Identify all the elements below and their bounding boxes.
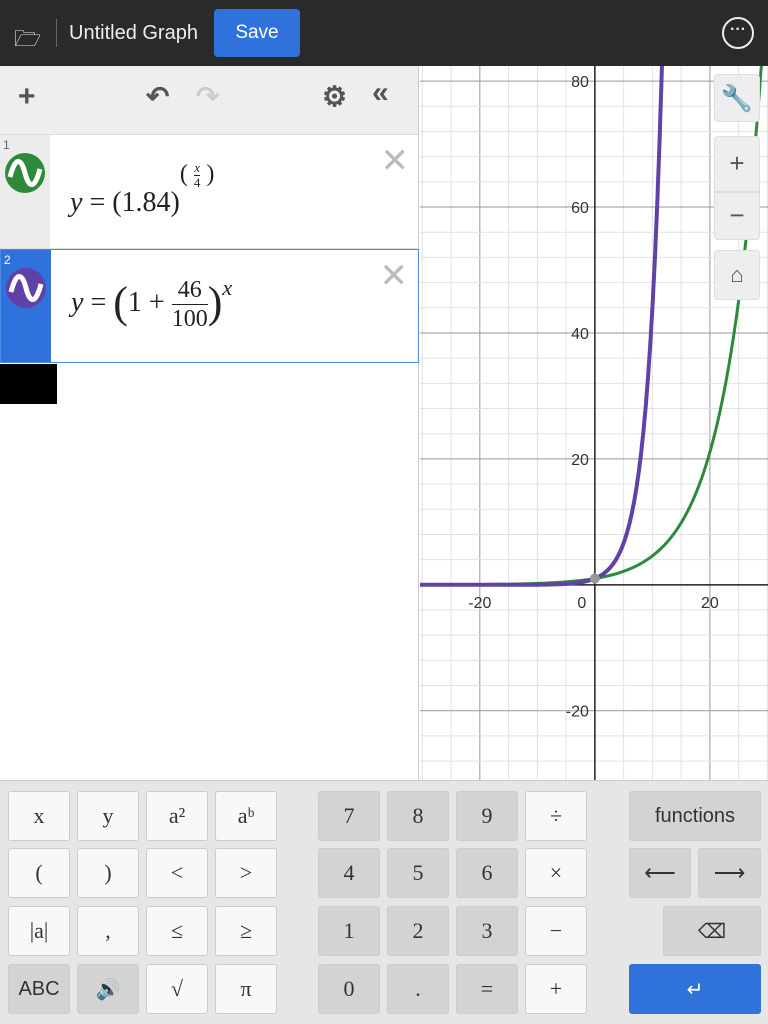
key[interactable]: 0 — [318, 964, 380, 1014]
expression-toolbar: + ↶ ↷ ⚙ « — [0, 66, 418, 135]
key[interactable]: x — [8, 791, 70, 841]
settings-gear-icon[interactable]: ⚙ — [322, 80, 347, 113]
exp-numerator: x — [193, 159, 201, 176]
expression-gutter: 2 — [1, 250, 51, 362]
term-one: 1 — [127, 286, 142, 318]
delete-expression-icon[interactable]: ✕ — [380, 256, 409, 296]
key[interactable]: 8 — [387, 791, 449, 841]
key[interactable]: × — [525, 848, 587, 898]
key[interactable]: < — [146, 848, 208, 898]
key[interactable]: ( — [8, 848, 70, 898]
plus: + — [148, 286, 165, 318]
undo-icon[interactable]: ↶ — [146, 80, 169, 113]
left-arrow-key[interactable]: ⟵ — [629, 848, 691, 898]
key[interactable]: 1 — [318, 906, 380, 956]
more-options-icon[interactable]: ··· — [722, 17, 754, 49]
expression-index: 1 — [3, 138, 10, 152]
y-tick-label: 60 — [571, 200, 589, 217]
right-arrow-key[interactable]: ⟶ — [698, 848, 761, 898]
key[interactable]: ) — [77, 848, 139, 898]
key[interactable]: 3 — [456, 906, 518, 956]
key[interactable]: ÷ — [525, 791, 587, 841]
x-tick-label: 20 — [701, 595, 719, 612]
expression-2-math[interactable]: y = (1 + 46 100)x — [71, 274, 233, 333]
exponent: x — [222, 274, 233, 300]
graph-title[interactable]: Untitled Graph — [69, 22, 198, 45]
intersection-point — [589, 573, 600, 584]
curve-1 — [420, 66, 763, 587]
graph-toggle-icon[interactable] — [5, 153, 45, 193]
denominator[interactable]: 100 — [172, 305, 208, 333]
zoom-out-icon[interactable]: − — [714, 192, 760, 240]
key[interactable]: ABC — [8, 964, 70, 1014]
key[interactable]: |a| — [8, 906, 70, 956]
key[interactable]: √ — [146, 964, 208, 1014]
key[interactable]: . — [387, 964, 449, 1014]
key[interactable]: − — [525, 906, 587, 956]
key[interactable]: , — [77, 906, 139, 956]
key[interactable]: 6 — [456, 848, 518, 898]
new-expression-placeholder[interactable] — [0, 364, 57, 404]
key[interactable]: 2 — [387, 906, 449, 956]
collapse-panel-icon[interactable]: « — [372, 76, 389, 110]
key[interactable]: aᵇ — [215, 791, 277, 841]
delete-expression-icon[interactable]: ✕ — [381, 141, 410, 181]
zoom-in-icon[interactable]: + — [714, 136, 760, 192]
expression-index: 2 — [4, 253, 11, 267]
save-button[interactable]: Save — [213, 9, 300, 57]
y-tick-label: 40 — [571, 326, 589, 343]
key[interactable]: ≥ — [215, 906, 277, 956]
key[interactable]: π — [215, 964, 277, 1014]
add-icon[interactable]: + — [18, 80, 36, 114]
graph-toggle-icon[interactable] — [6, 268, 46, 308]
key[interactable]: > — [215, 848, 277, 898]
exp-denominator: 4 — [193, 174, 201, 190]
enter-key[interactable]: ↵ — [629, 964, 761, 1014]
backspace-key[interactable]: ⌫ — [663, 906, 761, 956]
x-tick-label: 0 — [577, 595, 586, 612]
key[interactable]: 4 — [318, 848, 380, 898]
home-view-icon[interactable]: ⌂ — [714, 250, 760, 300]
top-bar: 🗁 Untitled Graph Save ··· — [0, 0, 768, 66]
graph-settings-wrench-icon[interactable]: 🔧 — [714, 74, 760, 122]
redo-icon[interactable]: ↷ — [196, 80, 219, 113]
keypad: x y a² aᵇ () < > |a|, ≤ ≥ ABC 🔊 √ π 7 8 9 ÷ 4 5 6 × 1 2 3− 0. = + fu… — [0, 780, 768, 1024]
expression-row-2[interactable]: 2 ✕ y = (1 + 46 100)x — [0, 249, 419, 363]
x-tick-label: -20 — [468, 595, 491, 612]
base: (1.84) — [112, 187, 180, 218]
key[interactable]: a² — [146, 791, 208, 841]
key[interactable]: + — [525, 964, 587, 1014]
y-tick-label: -20 — [566, 704, 589, 721]
divider — [56, 19, 57, 47]
key[interactable]: y — [77, 791, 139, 841]
key[interactable]: = — [456, 964, 518, 1014]
key[interactable]: ≤ — [146, 906, 208, 956]
key[interactable]: 9 — [456, 791, 518, 841]
expression-gutter: 1 — [0, 135, 50, 248]
expression-panel: + ↶ ↷ ⚙ « 1 ✕ y = (1.84)( x4 ) 2 ✕ y = (… — [0, 66, 419, 780]
numerator[interactable]: 46 — [171, 276, 208, 305]
open-folder-icon[interactable]: 🗁 — [14, 22, 42, 51]
key[interactable]: 7 — [318, 791, 380, 841]
key[interactable]: 5 — [387, 848, 449, 898]
y-tick-label: 20 — [571, 452, 589, 469]
curve-2 — [420, 66, 664, 587]
y-tick-label: 80 — [571, 74, 589, 91]
expression-1-math[interactable]: y = (1.84)( x4 ) — [70, 160, 214, 220]
functions-key[interactable]: functions — [629, 791, 761, 841]
expression-row-1[interactable]: 1 ✕ y = (1.84)( x4 ) — [0, 135, 419, 249]
key[interactable]: 🔊 — [77, 964, 139, 1014]
graph-canvas[interactable]: -20 0 20 80 60 40 20 -20 🔧 + − ⌂ — [420, 66, 768, 780]
